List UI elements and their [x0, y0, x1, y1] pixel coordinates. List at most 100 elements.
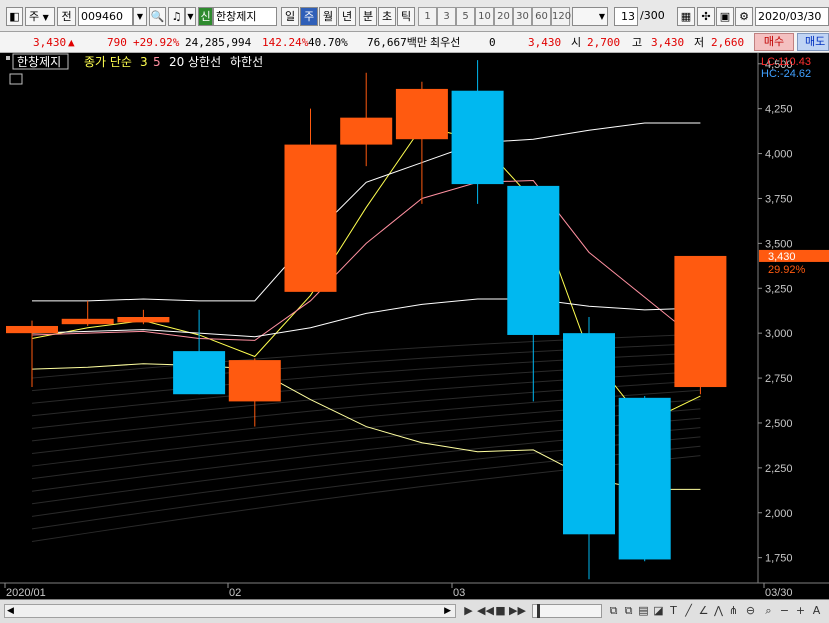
current-price-label: 3,430 — [768, 251, 796, 263]
interval-button-30[interactable]: 30 — [513, 7, 532, 26]
plus-icon[interactable]: + — [794, 604, 807, 617]
play-right-icon[interactable]: ▶ — [462, 604, 475, 617]
period-tab-2[interactable]: 월 — [319, 7, 337, 26]
mark-icon[interactable]: ◪ — [652, 604, 665, 617]
gear-icon[interactable]: ⚙ — [735, 7, 753, 26]
save-icon[interactable]: ▣ — [716, 7, 734, 26]
sell-button[interactable]: 매도 — [797, 33, 829, 51]
horizontal-scrollbar[interactable]: ◀ ▶ — [4, 604, 456, 618]
period-tab-3[interactable]: 년 — [338, 7, 356, 26]
legend-item-4: 상한선 — [188, 55, 221, 69]
candle-body — [618, 397, 671, 560]
volume-ratio: 142.24% — [262, 36, 309, 49]
quote-bar: 3,430 ▲ 790 +29.92% 24,285,994 142.24% 4… — [0, 32, 829, 53]
count-input[interactable]: 13 — [614, 7, 638, 26]
crosshair-icon[interactable]: ✣ — [697, 7, 715, 26]
date-input[interactable]: 2020/03/30 — [755, 7, 829, 26]
stop-icon[interactable]: ■ — [494, 604, 507, 617]
interval-button-3[interactable]: 3 — [437, 7, 456, 26]
interval-button-120[interactable]: 120 — [551, 7, 571, 26]
candle-body — [563, 333, 615, 535]
search-icon[interactable]: 🔍 — [149, 7, 166, 26]
interval-button-5[interactable]: 5 — [456, 7, 475, 26]
y-tick-label: 3,500 — [765, 238, 793, 250]
zoom-slider[interactable] — [532, 604, 602, 618]
candle-body — [507, 185, 560, 335]
high-price: 3,430 — [651, 36, 685, 49]
top-toolbar: ◧ 주 ▼ 전 009460 ▼ 🔍 ♫ ▼ 신 한창제지 일주월년분초틱 13… — [0, 0, 829, 32]
interval-button-10[interactable]: 10 — [475, 7, 494, 26]
chart-menu-icon[interactable]: ◧ — [6, 7, 23, 26]
title-marker-icon — [6, 56, 10, 60]
chart-title: 한창제지 — [17, 55, 61, 69]
buy-button[interactable]: 매수 — [754, 33, 794, 51]
lc-label: LC:110.43 — [761, 56, 811, 68]
chart-panel[interactable]: 4,500 4,250 4,000 3,750 3,500 3,250 3,000 2,750… — [0, 53, 829, 599]
print-icon[interactable]: ▤ — [637, 604, 650, 617]
open-price: 2,700 — [587, 36, 621, 49]
fast-forward-icon[interactable]: ▶▶ — [509, 604, 526, 617]
prev-button[interactable]: 전 — [57, 7, 76, 26]
y-tick-label: 1,750 — [765, 553, 793, 565]
y-tick-label: 3,250 — [765, 283, 793, 295]
bottom-toolbar: ◀ ▶ ▶ ◀◀ ■ ▶▶ ⧉ ⧉ ▤ ◪ T ╱ ∠ ⋀ ⋔ ⊖ ⌕ − + … — [0, 599, 829, 623]
speaker-dropdown-icon[interactable]: ▼ — [185, 7, 196, 26]
current-pct-label: 29.92% — [768, 264, 806, 276]
grid-toggle-icon — [9, 73, 23, 85]
period-tab-4[interactable]: 분 — [359, 7, 377, 26]
link-icon[interactable]: ⊖ — [744, 604, 757, 617]
y-tick-label: 2,250 — [765, 463, 793, 475]
chevron-down-icon: ▼ — [598, 12, 605, 21]
new-badge: 신 — [198, 7, 213, 26]
zigzag-icon[interactable]: ⋀ — [712, 604, 725, 617]
interval-button-20[interactable]: 20 — [494, 7, 513, 26]
grid-icon[interactable]: ▦ — [677, 7, 695, 26]
price-change: 790 — [107, 36, 127, 49]
interval-button-60[interactable]: 60 — [532, 7, 551, 26]
interval-select[interactable]: ▼ — [572, 7, 608, 26]
current-price: 3,430 — [33, 36, 67, 49]
text-tool-icon[interactable]: T — [667, 604, 680, 617]
speaker-icon[interactable]: ♫ — [168, 7, 185, 26]
y-tick-label: 2,750 — [765, 373, 793, 385]
angle-icon[interactable]: ∠ — [697, 604, 710, 617]
slider-handle[interactable] — [537, 604, 540, 618]
minus-icon[interactable]: − — [778, 604, 791, 617]
market-type-select[interactable]: 주 ▼ — [25, 7, 55, 26]
zoom-icon[interactable]: ⌕ — [762, 604, 775, 617]
trend-line-icon[interactable]: ╱ — [682, 604, 695, 617]
y-tick-label: 2,500 — [765, 418, 793, 430]
turnover: 40.70% — [308, 36, 348, 49]
stock-code-input[interactable]: 009460 — [78, 7, 133, 26]
period-tab-6[interactable]: 틱 — [397, 7, 415, 26]
candle-body — [674, 255, 727, 388]
copy-icon[interactable]: ⧉ — [607, 604, 620, 617]
period-tab-1[interactable]: 주 — [300, 7, 318, 26]
scroll-left-icon[interactable]: ◀ — [7, 605, 14, 617]
period-tab-5[interactable]: 초 — [378, 7, 396, 26]
high-label: 고 — [632, 36, 643, 49]
candle-body — [61, 318, 114, 325]
legend-item-5: 하한선 — [230, 55, 263, 69]
legend-item-0: 종가 단순 — [84, 55, 132, 69]
auto-icon[interactable]: A — [810, 604, 823, 617]
change-percent: +29.92% — [133, 36, 180, 49]
rewind-icon[interactable]: ◀◀ — [477, 604, 494, 617]
restore-icon[interactable]: ⧉ — [622, 604, 635, 617]
code-dropdown-icon[interactable]: ▼ — [133, 7, 147, 26]
legend-item-1: 3 — [140, 55, 148, 69]
y-tick-label: 4,250 — [765, 104, 793, 116]
scroll-right-icon[interactable]: ▶ — [444, 605, 451, 617]
candle-body — [228, 360, 281, 402]
interval-button-1[interactable]: 1 — [418, 7, 437, 26]
period-tab-0[interactable]: 일 — [281, 7, 299, 26]
x-tick-label: 2020/01 — [6, 587, 46, 599]
legend-item-3: 20 — [169, 55, 184, 69]
count-total: /300 — [640, 9, 665, 22]
fan-icon[interactable]: ⋔ — [727, 604, 740, 617]
candle-body — [451, 90, 504, 185]
candle-body — [173, 351, 226, 395]
y-tick-label: 4,000 — [765, 149, 793, 161]
price-chart[interactable]: 4,5004,2504,0003,7503,5003,2503,0002,750… — [0, 53, 829, 599]
low-price: 2,660 — [711, 36, 745, 49]
